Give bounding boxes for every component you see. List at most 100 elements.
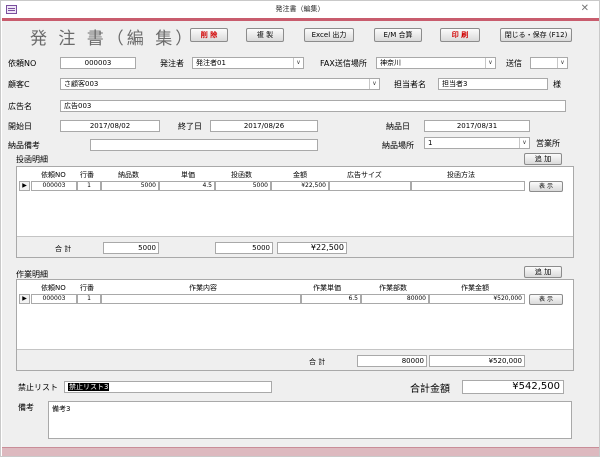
print-button[interactable]: 印 刷 [440, 28, 480, 42]
send-select[interactable]: ∨ [530, 57, 568, 69]
copy-button[interactable]: 複 製 [246, 28, 284, 42]
grand-total-field: ¥542,500 [462, 380, 564, 394]
customer-label: 顧客C [8, 80, 30, 89]
row-content[interactable] [101, 294, 301, 304]
contact-label: 担当者名 [394, 80, 426, 89]
row-line[interactable]: 1 [77, 181, 101, 191]
prohibited-list-value: 禁止リスト3 [68, 383, 110, 391]
prohibited-list-field[interactable]: 禁止リスト3 [64, 381, 272, 393]
work-col-line: 行番 [80, 284, 94, 292]
row-line[interactable]: 1 [77, 294, 101, 304]
placement-total-band: 合 計 5000 5000 ¥22,500 [17, 236, 573, 257]
row-unit-price[interactable]: 4.5 [159, 181, 215, 191]
delivery-note-label: 納品備考 [8, 141, 40, 150]
delivery-place-select[interactable]: 1 ∨ [424, 137, 530, 149]
work-total-label: 合 計 [309, 358, 326, 366]
row-post-qty[interactable]: 5000 [215, 181, 271, 191]
ad-name-label: 広告名 [8, 102, 32, 111]
row-request-no[interactable]: 000003 [31, 294, 77, 304]
delete-button[interactable]: 削 除 [190, 28, 228, 42]
start-date-field[interactable]: 2017/08/02 [60, 120, 160, 132]
excel-export-button[interactable]: Excel 出力 [304, 28, 354, 42]
placement-col-amount: 金額 [293, 171, 307, 179]
work-col-unit-price: 作業単価 [313, 284, 341, 292]
ad-name-field[interactable]: 広告003 [60, 100, 566, 112]
placement-col-unit-price: 単価 [181, 171, 195, 179]
placement-col-delivery-qty: 納品数 [118, 171, 139, 179]
delivery-date-field[interactable]: 2017/08/31 [424, 120, 530, 132]
placement-col-post-qty: 投函数 [231, 171, 252, 179]
work-total-band: 合 計 80000 ¥520,000 [17, 349, 573, 370]
orderer-label: 発注者 [160, 59, 184, 68]
work-col-content: 作業内容 [189, 284, 217, 292]
orderer-select[interactable]: 発注者01 ∨ [192, 57, 304, 69]
chevron-down-icon[interactable]: ∨ [485, 58, 495, 68]
orderer-value: 発注者01 [196, 59, 226, 67]
close-save-button[interactable]: 閉じる・保存 (F12) [500, 28, 572, 42]
fax-place-select[interactable]: 神奈川 ∨ [376, 57, 496, 69]
placement-col-request-no: 依頼NO [41, 171, 66, 179]
row-selector-icon[interactable]: ▶ [19, 181, 30, 191]
chevron-down-icon[interactable]: ∨ [369, 79, 379, 89]
grand-total-label: 合計金額 [410, 384, 450, 395]
close-icon[interactable]: ✕ [581, 3, 589, 14]
work-total-copies: 80000 [357, 355, 427, 367]
customer-value: さ顧客003 [64, 80, 99, 88]
honorific-label: 様 [553, 80, 561, 89]
accent-bar [2, 18, 599, 21]
placement-col-ad-size: 広告サイズ [347, 171, 382, 179]
office-label: 営業所 [536, 139, 560, 148]
placement-col-method: 投函方法 [447, 171, 475, 179]
delivery-date-label: 納品日 [386, 122, 410, 131]
fax-place-label: FAX送信場所 [320, 59, 367, 68]
work-total-amount: ¥520,000 [429, 355, 525, 367]
delivery-place-label: 納品場所 [382, 141, 414, 150]
row-ad-size[interactable] [329, 181, 411, 191]
delivery-place-value: 1 [428, 139, 433, 147]
row-method[interactable] [411, 181, 525, 191]
placement-total-label: 合 計 [55, 245, 72, 253]
app-window: 発注書（編集） ✕ 発 注 書（編 集） 削 除 複 製 Excel 出力 E/… [0, 0, 600, 457]
title-bar: 発注書（編集） ✕ [1, 1, 599, 18]
placement-total-amount: ¥22,500 [277, 242, 347, 254]
start-date-label: 開始日 [8, 122, 32, 131]
placement-section-label: 投函明細 [16, 155, 48, 164]
placement-show-button[interactable]: 表 示 [529, 181, 563, 192]
chevron-down-icon[interactable]: ∨ [293, 58, 303, 68]
remarks-label: 備考 [18, 403, 34, 412]
placement-col-line: 行番 [80, 171, 94, 179]
row-delivery-qty[interactable]: 5000 [101, 181, 159, 191]
end-date-field[interactable]: 2017/08/26 [210, 120, 318, 132]
row-request-no[interactable]: 000003 [31, 181, 77, 191]
row-amount[interactable]: ¥22,500 [271, 181, 329, 191]
placement-total-post-qty: 5000 [215, 242, 273, 254]
placement-total-delivery-qty: 5000 [103, 242, 159, 254]
row-copies[interactable]: 80000 [361, 294, 429, 304]
work-col-amount: 作業金額 [461, 284, 489, 292]
chevron-down-icon[interactable]: ∨ [557, 58, 567, 68]
work-show-button[interactable]: 表 示 [529, 294, 563, 305]
page-title: 発 注 書（編 集） [30, 29, 196, 49]
placement-add-button[interactable]: 追 加 [524, 153, 562, 165]
chevron-down-icon[interactable]: ∨ [519, 138, 529, 148]
bottom-accent-bar [2, 447, 599, 456]
row-selector-icon[interactable]: ▶ [19, 294, 30, 304]
fax-place-value: 神奈川 [380, 59, 401, 67]
contact-field[interactable]: 担当者3 [438, 78, 548, 90]
request-no-label: 依頼NO [8, 59, 37, 68]
request-no-field[interactable]: 000003 [60, 57, 136, 69]
remarks-field[interactable]: 備考3 [48, 401, 572, 439]
work-add-button[interactable]: 追 加 [524, 266, 562, 278]
delivery-note-field[interactable] [90, 139, 318, 151]
end-date-label: 終了日 [178, 122, 202, 131]
work-col-copies: 作業部数 [379, 284, 407, 292]
order-form: 発 注 書（編 集） 削 除 複 製 Excel 出力 E/M 合算 印 刷 閉… [2, 18, 599, 456]
placement-subform: 依頼NO 行番 納品数 単価 投函数 金額 広告サイズ 投函方法 ▶ 00000… [16, 166, 574, 258]
work-subform: 依頼NO 行番 作業内容 作業単価 作業部数 作業金額 ▶ 000003 1 6… [16, 279, 574, 371]
customer-select[interactable]: さ顧客003 ∨ [60, 78, 380, 90]
work-col-request-no: 依頼NO [41, 284, 66, 292]
prohibited-list-label: 禁止リスト [18, 383, 58, 392]
row-unit-price[interactable]: 6.5 [301, 294, 361, 304]
em-merge-button[interactable]: E/M 合算 [374, 28, 422, 42]
row-amount[interactable]: ¥520,000 [429, 294, 525, 304]
